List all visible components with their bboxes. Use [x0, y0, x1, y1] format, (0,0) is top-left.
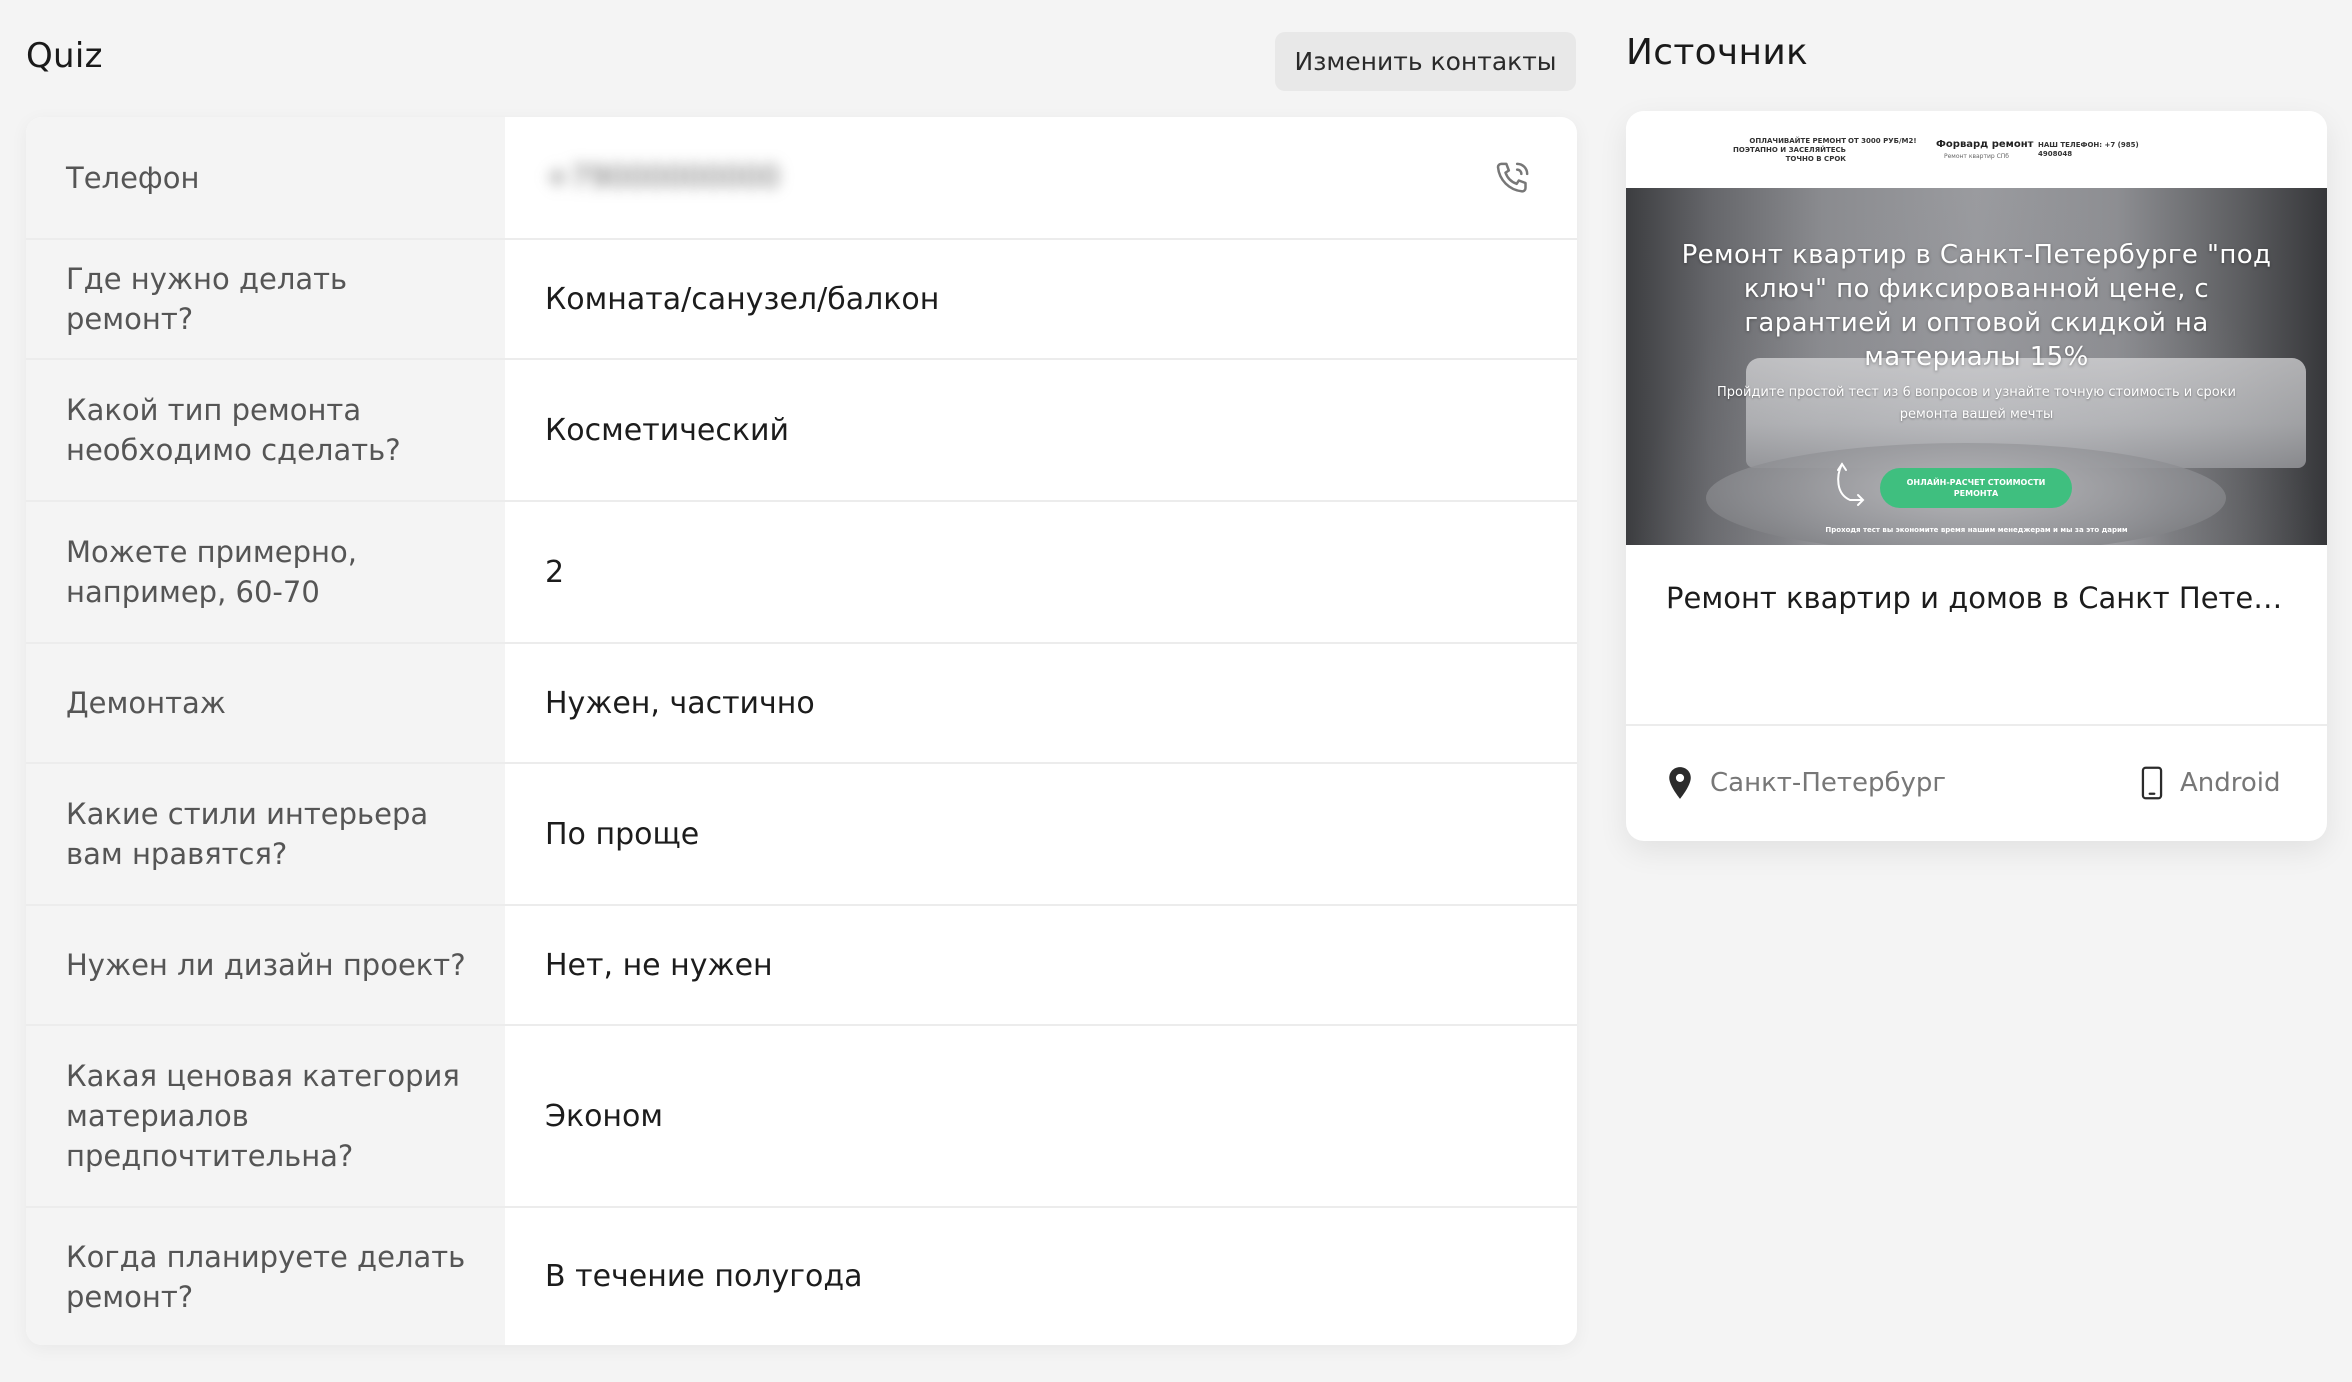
row-label: Какая ценовая категория материалов предп… [26, 1026, 505, 1206]
source-card[interactable]: ОПЛАЧИВАЙТЕ РЕМОНТ ПОЭТАПНО И ЗАСЕЛЯЙТЕС… [1626, 111, 2327, 841]
row-value: Комната/санузел/балкон [545, 281, 940, 317]
preview-header: ОПЛАЧИВАЙТЕ РЕМОНТ ПОЭТАПНО И ЗАСЕЛЯЙТЕС… [1626, 111, 2327, 188]
row-value: Нужен, частично [545, 685, 815, 721]
landing-preview-image[interactable]: ОПЛАЧИВАЙТЕ РЕМОНТ ПОЭТАПНО И ЗАСЕЛЯЙТЕС… [1626, 111, 2327, 545]
lead-details-page: Quiz Изменить контакты Телефон +79000000… [0, 0, 2352, 1382]
preview-header-left: ОПЛАЧИВАЙТЕ РЕМОНТ ПОЭТАПНО И ЗАСЕЛЯЙТЕС… [1733, 137, 1846, 163]
table-row: Какие стили интерьера вам нравятся? По п… [26, 762, 1577, 904]
preview-hero-footer: Проходя тест вы экономите время нашим ме… [1825, 526, 2128, 534]
city-label: Санкт-Петербург [1710, 768, 1947, 798]
row-value: 2 [545, 554, 565, 590]
row-label: Когда планируете делать ремонт? [26, 1208, 505, 1345]
edit-contacts-button[interactable]: Изменить контакты [1275, 32, 1576, 91]
curved-arrow-icon [1837, 462, 1865, 506]
row-label: Какой тип ремонта необходимо сделать? [26, 360, 505, 500]
source-city: Санкт-Петербург [1666, 766, 1946, 800]
row-label: Где нужно делать ремонт? [26, 240, 505, 358]
row-label: Демонтаж [26, 644, 505, 762]
table-row: Можете примерно, например, 60-70 2 [26, 500, 1577, 642]
row-label: Нужен ли дизайн проект? [26, 906, 505, 1024]
table-row: Нужен ли дизайн проект? Нет, не нужен [26, 904, 1577, 1024]
preview-hero: Ремонт квартир в Санкт-Петербурге "под к… [1626, 188, 2327, 545]
source-platform: Android [2140, 766, 2281, 800]
row-value: Нет, не нужен [545, 947, 773, 983]
row-label: Какие стили интерьера вам нравятся? [26, 764, 505, 904]
phone-call-icon[interactable] [1493, 158, 1533, 198]
preview-hero-button: ОНЛАЙН-РАСЧЕТ СТОИМОСТИ РЕМОНТА [1880, 468, 2072, 508]
row-value: Косметический [545, 412, 789, 448]
platform-label: Android [2180, 768, 2281, 798]
row-label: Можете примерно, например, 60-70 [26, 502, 505, 642]
preview-hero-title: Ремонт квартир в Санкт-Петербурге "под к… [1681, 240, 2272, 372]
table-row: Какой тип ремонта необходимо сделать? Ко… [26, 358, 1577, 500]
preview-hero-subtitle: Пройдите простой тест из 6 вопросов и уз… [1717, 385, 2236, 422]
row-value: Эконом [545, 1098, 664, 1134]
preview-header-price: ОТ 3000 РУБ/М2! [1848, 137, 1917, 145]
smartphone-icon [2141, 766, 2163, 800]
table-row-phone: Телефон +79000000000 [26, 117, 1577, 238]
quiz-title: Quiz [26, 36, 103, 76]
source-name[interactable]: Ремонт квартир и домов в Санкт Петербург… [1666, 581, 2296, 615]
table-row: Когда планируете делать ремонт? В течени… [26, 1206, 1577, 1345]
table-row: Где нужно делать ремонт? Комната/санузел… [26, 238, 1577, 358]
table-row: Какая ценовая категория материалов предп… [26, 1024, 1577, 1206]
quiz-answers-table: Телефон +79000000000 Где нужно делать ре… [26, 117, 1577, 1345]
phone-value[interactable]: +79000000000 [545, 160, 780, 195]
location-pin-icon [1669, 767, 1691, 799]
source-title: Источник [1626, 32, 1809, 73]
divider [1626, 724, 2327, 726]
row-value: +79000000000 [505, 117, 1577, 238]
preview-header-phone: НАШ ТЕЛЕФОН: +7 (985) 4908048 [2038, 141, 2139, 158]
preview-logo: Форвард ремонт [1936, 139, 2034, 150]
row-value: В течение полугода [545, 1259, 863, 1294]
row-label: Телефон [26, 117, 505, 238]
row-value: По проще [545, 816, 700, 852]
preview-logo-sub: Ремонт квартир СПб [1944, 153, 2009, 160]
table-row: Демонтаж Нужен, частично [26, 642, 1577, 762]
